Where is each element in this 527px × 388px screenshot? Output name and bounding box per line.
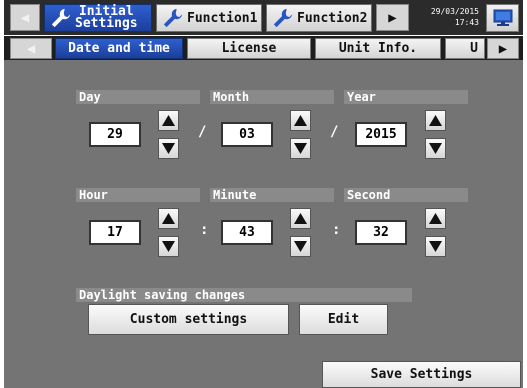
date-separator: /	[198, 124, 207, 140]
arrow-left-icon: ◀	[26, 40, 36, 57]
second-label: Second	[344, 188, 468, 202]
date-separator: /	[330, 124, 339, 140]
minute-value: 43	[221, 220, 273, 245]
tabs-scroll-right-button[interactable]: ▶	[376, 4, 409, 31]
tab-function2-label: Function2	[297, 10, 368, 26]
save-settings-button[interactable]: Save Settings	[322, 361, 521, 388]
triangle-up-icon	[294, 115, 307, 126]
tab-function1[interactable]: Function1	[156, 4, 262, 32]
edit-button[interactable]: Edit	[299, 304, 388, 335]
sub-tab-bar: ◀ Date and time License Unit Info. U ▶	[4, 36, 523, 60]
wrench-icon	[51, 8, 71, 28]
day-value: 29	[89, 122, 141, 147]
subtabs-scroll-left-button[interactable]: ◀	[10, 38, 52, 59]
date-time-panel: Day Month Year 29 / 03 / 2015 Hour Minut…	[4, 60, 523, 360]
tab-function1-label: Function1	[187, 10, 258, 26]
tab-initial-settings-line2: Settings	[75, 16, 138, 31]
triangle-up-icon	[429, 213, 442, 224]
month-label: Month	[210, 90, 334, 104]
hour-value: 17	[89, 220, 141, 245]
minute-up-button[interactable]	[290, 208, 311, 229]
day-down-button[interactable]	[158, 138, 179, 159]
second-up-button[interactable]	[425, 208, 446, 229]
clock-time: 17:43	[454, 18, 479, 27]
daylight-saving-label: Daylight saving changes	[76, 288, 412, 302]
monitor-button[interactable]	[486, 4, 519, 32]
year-value: 2015	[355, 122, 407, 147]
triangle-up-icon	[429, 115, 442, 126]
arrow-right-icon: ▶	[388, 9, 397, 26]
wrench-icon	[163, 8, 183, 28]
tab-date-and-time[interactable]: Date and time	[55, 38, 183, 59]
tab-initial-settings[interactable]: Initial Settings	[44, 4, 152, 32]
triangle-up-icon	[294, 213, 307, 224]
minute-label: Minute	[210, 188, 334, 202]
screen: ◀ Initial Settings Function1 Function2 ▶…	[0, 0, 527, 388]
custom-settings-button[interactable]: Custom settings	[88, 304, 289, 335]
triangle-up-icon	[162, 115, 175, 126]
hour-down-button[interactable]	[158, 236, 179, 257]
second-value: 32	[355, 220, 407, 245]
function-tab-bar: ◀ Initial Settings Function1 Function2 ▶…	[4, 0, 523, 35]
year-label: Year	[344, 90, 468, 104]
triangle-down-icon	[162, 143, 175, 154]
year-down-button[interactable]	[425, 138, 446, 159]
tabs-scroll-left-button[interactable]: ◀	[10, 4, 40, 31]
day-up-button[interactable]	[158, 110, 179, 131]
hour-up-button[interactable]	[158, 208, 179, 229]
tab-function2[interactable]: Function2	[266, 4, 372, 32]
triangle-down-icon	[429, 143, 442, 154]
month-value: 03	[221, 122, 273, 147]
hour-label: Hour	[76, 188, 200, 202]
arrow-left-icon: ◀	[20, 9, 30, 26]
triangle-down-icon	[162, 241, 175, 252]
triangle-down-icon	[294, 143, 307, 154]
bottom-bar: Save Settings	[4, 360, 523, 388]
month-up-button[interactable]	[290, 110, 311, 131]
wrench-icon	[273, 8, 293, 28]
month-down-button[interactable]	[290, 138, 311, 159]
second-down-button[interactable]	[425, 236, 446, 257]
triangle-down-icon	[429, 241, 442, 252]
time-separator: :	[200, 222, 209, 238]
tab-unit-info[interactable]: Unit Info.	[315, 38, 441, 59]
monitor-icon	[493, 9, 512, 26]
minute-down-button[interactable]	[290, 236, 311, 257]
subtabs-scroll-right-button[interactable]: ▶	[487, 38, 519, 59]
year-up-button[interactable]	[425, 110, 446, 131]
tab-license[interactable]: License	[187, 38, 311, 59]
triangle-down-icon	[294, 241, 307, 252]
arrow-right-icon: ▶	[498, 40, 508, 57]
time-separator: :	[332, 222, 341, 238]
triangle-up-icon	[162, 213, 175, 224]
clock-date: 29/03/2015	[430, 7, 479, 16]
tab-partial-u[interactable]: U	[445, 38, 485, 59]
day-label: Day	[76, 90, 200, 104]
clock: 29/03/2015 17:43	[417, 6, 479, 30]
